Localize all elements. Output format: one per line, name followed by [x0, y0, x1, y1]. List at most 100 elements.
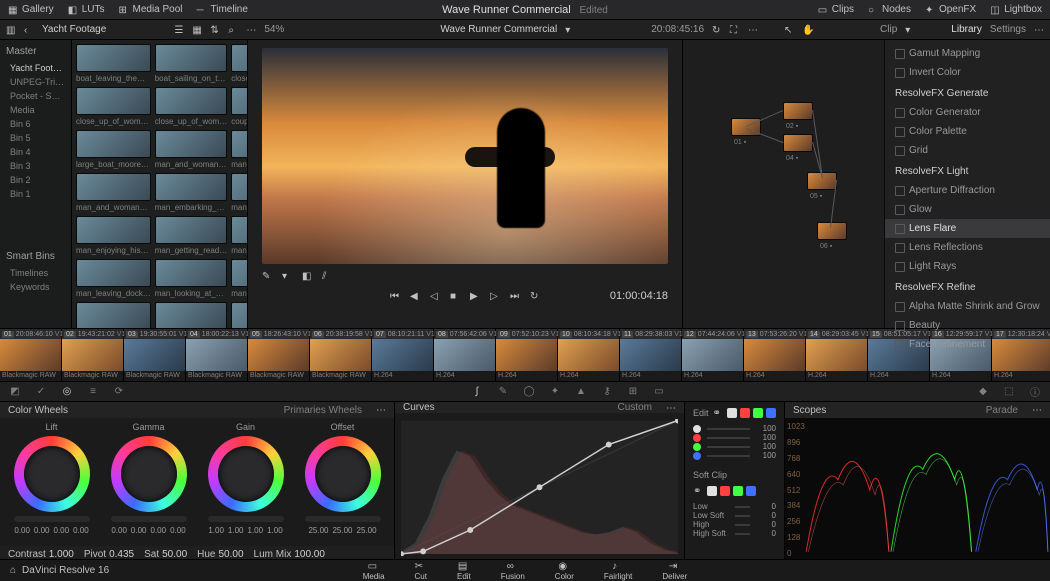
- key-icon[interactable]: ⚷: [600, 385, 614, 399]
- fx-item[interactable]: Beauty: [885, 316, 1050, 335]
- tree-item[interactable]: Bin 3: [6, 159, 65, 173]
- next-frame-icon[interactable]: ▷: [490, 291, 500, 301]
- toolbar-openfx[interactable]: ✦OpenFX: [925, 4, 976, 15]
- wheel-ring[interactable]: [14, 436, 90, 512]
- list-view-icon[interactable]: ☰: [174, 25, 184, 35]
- dropdown-icon[interactable]: ▾: [282, 271, 292, 281]
- wipe-icon[interactable]: ◧: [302, 271, 312, 281]
- tree-item[interactable]: Bin 2: [6, 173, 65, 187]
- qualifier-icon[interactable]: ✎: [496, 385, 510, 399]
- curves-icon[interactable]: ∫: [470, 385, 484, 399]
- strip-clip[interactable]: 1207:44:24:06V1H.264: [682, 329, 744, 381]
- hand-icon[interactable]: ✋: [802, 25, 812, 35]
- wheel-param[interactable]: Hue50.00: [197, 549, 243, 560]
- keyframe-icon[interactable]: ◆: [976, 385, 990, 399]
- media-thumb[interactable]: man_leaving_dock…: [76, 259, 151, 298]
- tree-master[interactable]: Master: [6, 46, 65, 57]
- color-node[interactable]: 02 ▪: [783, 102, 813, 120]
- tree-item[interactable]: Bin 6: [6, 117, 65, 131]
- media-thumb[interactable]: man_and_woman…: [76, 173, 151, 212]
- color-node[interactable]: 04 ▪: [783, 134, 813, 152]
- toolbar-luts[interactable]: ◧LUTs: [68, 4, 105, 15]
- smart-bin-item[interactable]: Timelines: [6, 266, 65, 280]
- zoom-level[interactable]: 54%: [264, 24, 284, 35]
- media-thumb[interactable]: man_and_woman…: [155, 130, 228, 169]
- more-icon[interactable]: ⋯: [748, 25, 758, 35]
- media-thumb[interactable]: close_up_of_two…: [231, 44, 247, 83]
- wheel-slider[interactable]: [208, 516, 284, 522]
- prev-frame-icon[interactable]: ◀: [410, 291, 420, 301]
- media-thumb[interactable]: large_boat_moore…: [76, 130, 151, 169]
- strip-clip[interactable]: 0907:52:10:23V1H.264: [496, 329, 558, 381]
- tree-item[interactable]: UNPEG-Trimm…: [6, 75, 65, 89]
- strip-clip[interactable]: 0120:08:46:10V1Blackmagic RAW: [0, 329, 62, 381]
- more-icon[interactable]: ⋯: [1032, 405, 1042, 415]
- media-thumb[interactable]: man_pulling_up_s…: [76, 302, 151, 328]
- play-icon[interactable]: ▶: [470, 291, 480, 301]
- fx-item[interactable]: Lens Flare: [885, 219, 1050, 238]
- fx-item[interactable]: Color Palette: [885, 122, 1050, 141]
- panel-toggle-icon[interactable]: ▥: [6, 25, 16, 35]
- wheel-param[interactable]: Pivot0.435: [84, 549, 134, 560]
- strip-clip[interactable]: 0219:43:21:02V1Blackmagic RAW: [62, 329, 124, 381]
- page-deliver[interactable]: ⇥Deliver: [662, 561, 687, 581]
- fx-item[interactable]: Light Rays: [885, 257, 1050, 276]
- tree-item[interactable]: Media: [6, 103, 65, 117]
- media-thumb[interactable]: couple_relaxing_o…: [231, 87, 247, 126]
- search-icon[interactable]: ⌕: [228, 25, 238, 35]
- media-thumb[interactable]: man_looking_at_…: [155, 259, 228, 298]
- page-fusion[interactable]: ∞Fusion: [501, 561, 525, 581]
- more-icon[interactable]: ⋯: [376, 405, 386, 415]
- fx-item[interactable]: Glow: [885, 200, 1050, 219]
- wheel-param[interactable]: Lum Mix100.00: [254, 549, 325, 560]
- channel-chip[interactable]: [733, 486, 743, 496]
- dropdown-icon[interactable]: ▾: [905, 25, 915, 35]
- curves-mode[interactable]: Custom: [618, 402, 652, 413]
- page-media[interactable]: ▭Media: [363, 561, 385, 581]
- wheel-ring[interactable]: [208, 436, 284, 512]
- toolbar-lightbox[interactable]: ◫Lightbox: [990, 4, 1042, 15]
- link-icon[interactable]: ⚭: [693, 486, 703, 496]
- page-edit[interactable]: ▤Edit: [457, 561, 471, 581]
- strip-clip[interactable]: 0518:26:43:10V1Blackmagic RAW: [248, 329, 310, 381]
- media-thumb[interactable]: man_embarking_…: [155, 173, 228, 212]
- sizing-icon[interactable]: ⊞: [626, 385, 640, 399]
- media-thumb[interactable]: close_up_of_wom…: [76, 87, 151, 126]
- strip-clip[interactable]: 1008:10:34:18V1H.264: [558, 329, 620, 381]
- more-icon[interactable]: ⋯: [1034, 25, 1044, 35]
- tree-item[interactable]: Pocket - Surf Sh…: [6, 89, 65, 103]
- sort-icon[interactable]: ⇅: [210, 25, 220, 35]
- stereo-icon[interactable]: ▭: [652, 385, 666, 399]
- first-frame-icon[interactable]: ⏮: [390, 291, 400, 301]
- page-color[interactable]: ◉Color: [555, 561, 574, 581]
- wheel-center[interactable]: [24, 446, 80, 502]
- split-icon[interactable]: ⫽: [322, 271, 332, 281]
- smart-bin-item[interactable]: Keywords: [6, 280, 65, 294]
- grid-view-icon[interactable]: ▦: [192, 25, 202, 35]
- scopes-icon[interactable]: ⬚: [1002, 385, 1016, 399]
- tree-item[interactable]: Bin 1: [6, 187, 65, 201]
- media-thumb[interactable]: man_and_woman…: [231, 130, 247, 169]
- scopes-mode[interactable]: Parade: [986, 405, 1018, 416]
- tab-settings[interactable]: Settings: [990, 24, 1026, 35]
- channel-chip[interactable]: [766, 408, 776, 418]
- softclip-row[interactable]: High Soft0: [693, 529, 776, 538]
- window-icon[interactable]: ◯: [522, 385, 536, 399]
- media-thumb[interactable]: man_sailing_in_th…: [155, 302, 228, 328]
- fx-item[interactable]: Face Refinement: [885, 335, 1050, 354]
- toolbar-timeline[interactable]: ─Timeline: [197, 4, 248, 15]
- picker-icon[interactable]: ✎: [262, 271, 272, 281]
- fx-item[interactable]: Grid: [885, 141, 1050, 160]
- softclip-row[interactable]: Low Soft0: [693, 511, 776, 520]
- curve-intensity-slider[interactable]: 100: [693, 433, 776, 442]
- wheel-center[interactable]: [218, 446, 274, 502]
- fx-item[interactable]: Color Generator: [885, 103, 1050, 122]
- media-thumb[interactable]: man_going_for_a…: [231, 216, 247, 255]
- media-thumb[interactable]: close_up_of_wom…: [155, 87, 228, 126]
- node-graph[interactable]: 01 ▪02 ▪04 ▪05 ▪06 ▪: [682, 40, 884, 328]
- strip-clip[interactable]: 0807:56:42:06V1H.264: [434, 329, 496, 381]
- fx-item[interactable]: Alpha Matte Shrink and Grow: [885, 297, 1050, 316]
- chevron-left-icon[interactable]: ‹: [24, 25, 34, 35]
- wheels-mode[interactable]: Primaries Wheels: [284, 405, 362, 416]
- media-thumb[interactable]: man_enjoying_his…: [76, 216, 151, 255]
